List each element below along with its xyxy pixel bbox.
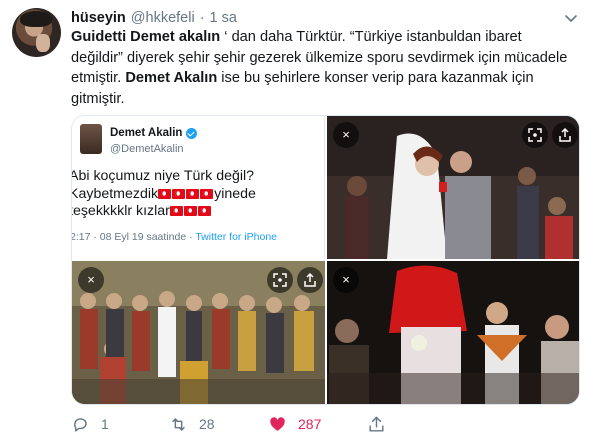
reply-icon	[74, 417, 87, 432]
media-photo-2[interactable]: ×	[327, 116, 579, 259]
avatar-hand-shape	[36, 34, 50, 52]
embedded-line-2b: yinede	[214, 185, 256, 202]
embedded-author-name: Demet Akalin	[110, 127, 198, 139]
embedded-line-1: Abi koçumuz niye Türk değil?	[72, 168, 255, 184]
author-name[interactable]: hüseyin	[71, 10, 126, 26]
heart-icon	[270, 416, 285, 431]
embedded-avatar	[80, 124, 102, 154]
embedded-name-text: Demet Akalin	[110, 127, 183, 139]
chevron-down-icon[interactable]	[563, 10, 579, 26]
expand-icon[interactable]	[267, 267, 293, 293]
tweet-time[interactable]: 1 sa	[210, 10, 237, 26]
embedded-line-2: Kaybetmezdik yinede	[72, 185, 324, 204]
tweet-actions: 1 28 287	[71, 414, 511, 434]
reply-button[interactable]: 1	[71, 415, 109, 434]
retweet-button[interactable]: 28	[169, 415, 215, 434]
reply-count: 1	[101, 416, 109, 432]
embedded-handle: @DemetAkalin	[110, 143, 184, 155]
media-photo-1[interactable]: Demet Akalin @DemetAkalin Abi koçumuz ni…	[72, 116, 325, 259]
embedded-line-3: teşekkkklr kızlar	[72, 203, 324, 221]
embedded-line-3a: teşekkkklr kızlar	[72, 203, 170, 219]
tweet-text-bold-1: Guidetti Demet akalın	[71, 29, 221, 45]
close-icon[interactable]: ×	[333, 267, 359, 293]
turkish-flag-icon	[172, 188, 186, 199]
author-handle[interactable]: @hkkefeli	[131, 10, 195, 26]
tweet[interactable]: hüseyin @hkkefeli · 1 sa Guidetti Demet …	[0, 0, 593, 441]
embedded-meta: 2:17 · 08 Eyl 19 saatinde · Twitter for …	[72, 231, 277, 243]
expand-icon[interactable]	[522, 122, 548, 148]
turkish-flag-icon	[197, 206, 211, 216]
like-button[interactable]: 287	[268, 415, 321, 434]
turkish-flag-icon	[186, 188, 200, 199]
turkish-flag-icon	[158, 188, 172, 199]
embedded-meta-source: Twitter for iPhone	[195, 231, 278, 243]
retweet-icon	[172, 417, 185, 431]
verified-badge-icon	[186, 127, 198, 139]
header-separator: ·	[199, 10, 205, 26]
close-icon[interactable]: ×	[78, 267, 104, 293]
media-grid: Demet Akalin @DemetAkalin Abi koçumuz ni…	[71, 115, 580, 405]
like-count: 287	[298, 416, 322, 432]
share-icon[interactable]	[297, 267, 323, 293]
turkish-flag-icon	[169, 206, 183, 216]
share-button[interactable]	[367, 415, 386, 434]
tweet-header: hüseyin @hkkefeli · 1 sa	[71, 8, 237, 28]
media-photo-4[interactable]: ×	[327, 261, 579, 404]
turkish-flag-icon	[183, 206, 197, 216]
embedded-tweet-text: Abi koçumuz niye Türk değil? Kaybetmezdi…	[72, 168, 324, 221]
red-veil-photo-scene	[327, 261, 579, 404]
embedded-line-2a: Kaybetmezdik	[72, 185, 159, 202]
retweet-count: 28	[199, 416, 215, 432]
share-icon	[369, 416, 384, 432]
media-photo-3[interactable]: ×	[72, 261, 325, 404]
author-avatar[interactable]	[12, 8, 61, 57]
avatar-hair-shape	[20, 11, 52, 27]
embedded-meta-time: 2:17 · 08 Eyl 19 saatinde ·	[72, 231, 196, 243]
close-icon[interactable]: ×	[333, 122, 359, 148]
share-icon[interactable]	[552, 122, 578, 148]
tweet-text-bold-2: Demet Akalın	[125, 70, 218, 86]
tweet-text: Guidetti Demet akalın ‘ dan daha Türktür…	[71, 27, 576, 109]
turkish-flag-icon	[200, 188, 214, 199]
